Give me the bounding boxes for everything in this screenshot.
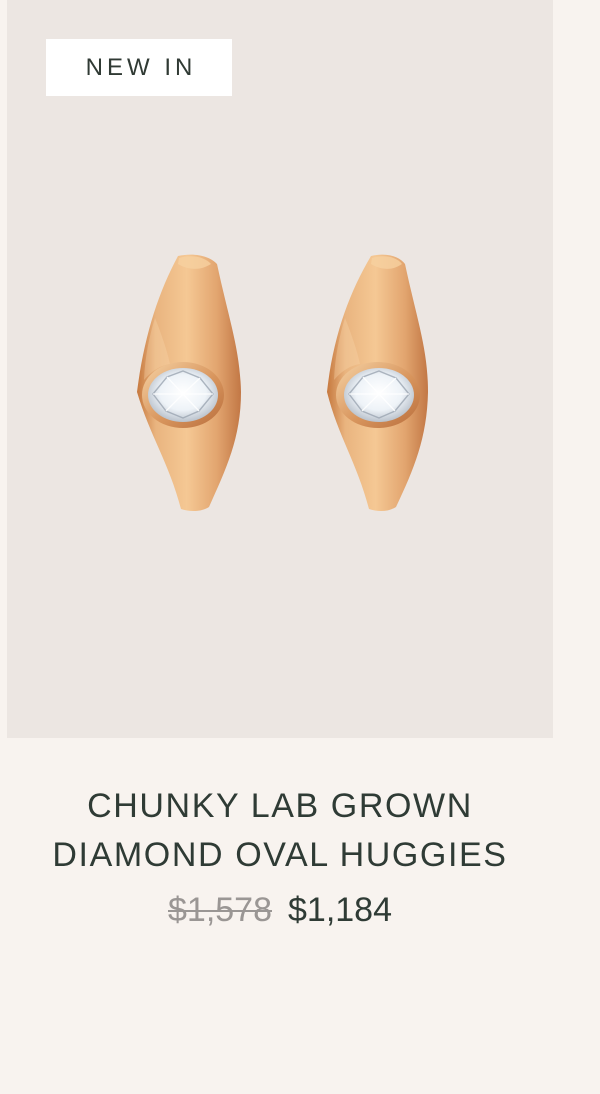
product-title-line-2[interactable]: DIAMOND OVAL HUGGIES — [52, 836, 507, 874]
product-media[interactable]: NEW IN — [7, 0, 553, 738]
right-earring-icon — [327, 254, 428, 512]
earrings-product-image[interactable] — [7, 0, 553, 738]
compare-at-price: $1,578 — [168, 891, 272, 929]
product-info[interactable]: CHUNKY LAB GROWN DIAMOND OVAL HUGGIES $1… — [7, 738, 553, 1094]
product-card[interactable]: NEW IN CHUNKY LAB GROWN DIAMOND OVAL HUG… — [7, 0, 553, 1094]
new-in-badge: NEW IN — [46, 39, 232, 96]
left-earring-icon — [137, 254, 241, 512]
sale-price: $1,184 — [288, 891, 392, 929]
product-title[interactable]: CHUNKY LAB GROWN DIAMOND OVAL HUGGIES — [7, 782, 553, 880]
product-page: NEW IN CHUNKY LAB GROWN DIAMOND OVAL HUG… — [0, 0, 600, 1094]
product-title-line-1[interactable]: CHUNKY LAB GROWN — [87, 787, 473, 825]
next-product-card-peek[interactable] — [553, 0, 600, 1094]
price-row: $1,578 $1,184 — [7, 888, 553, 932]
